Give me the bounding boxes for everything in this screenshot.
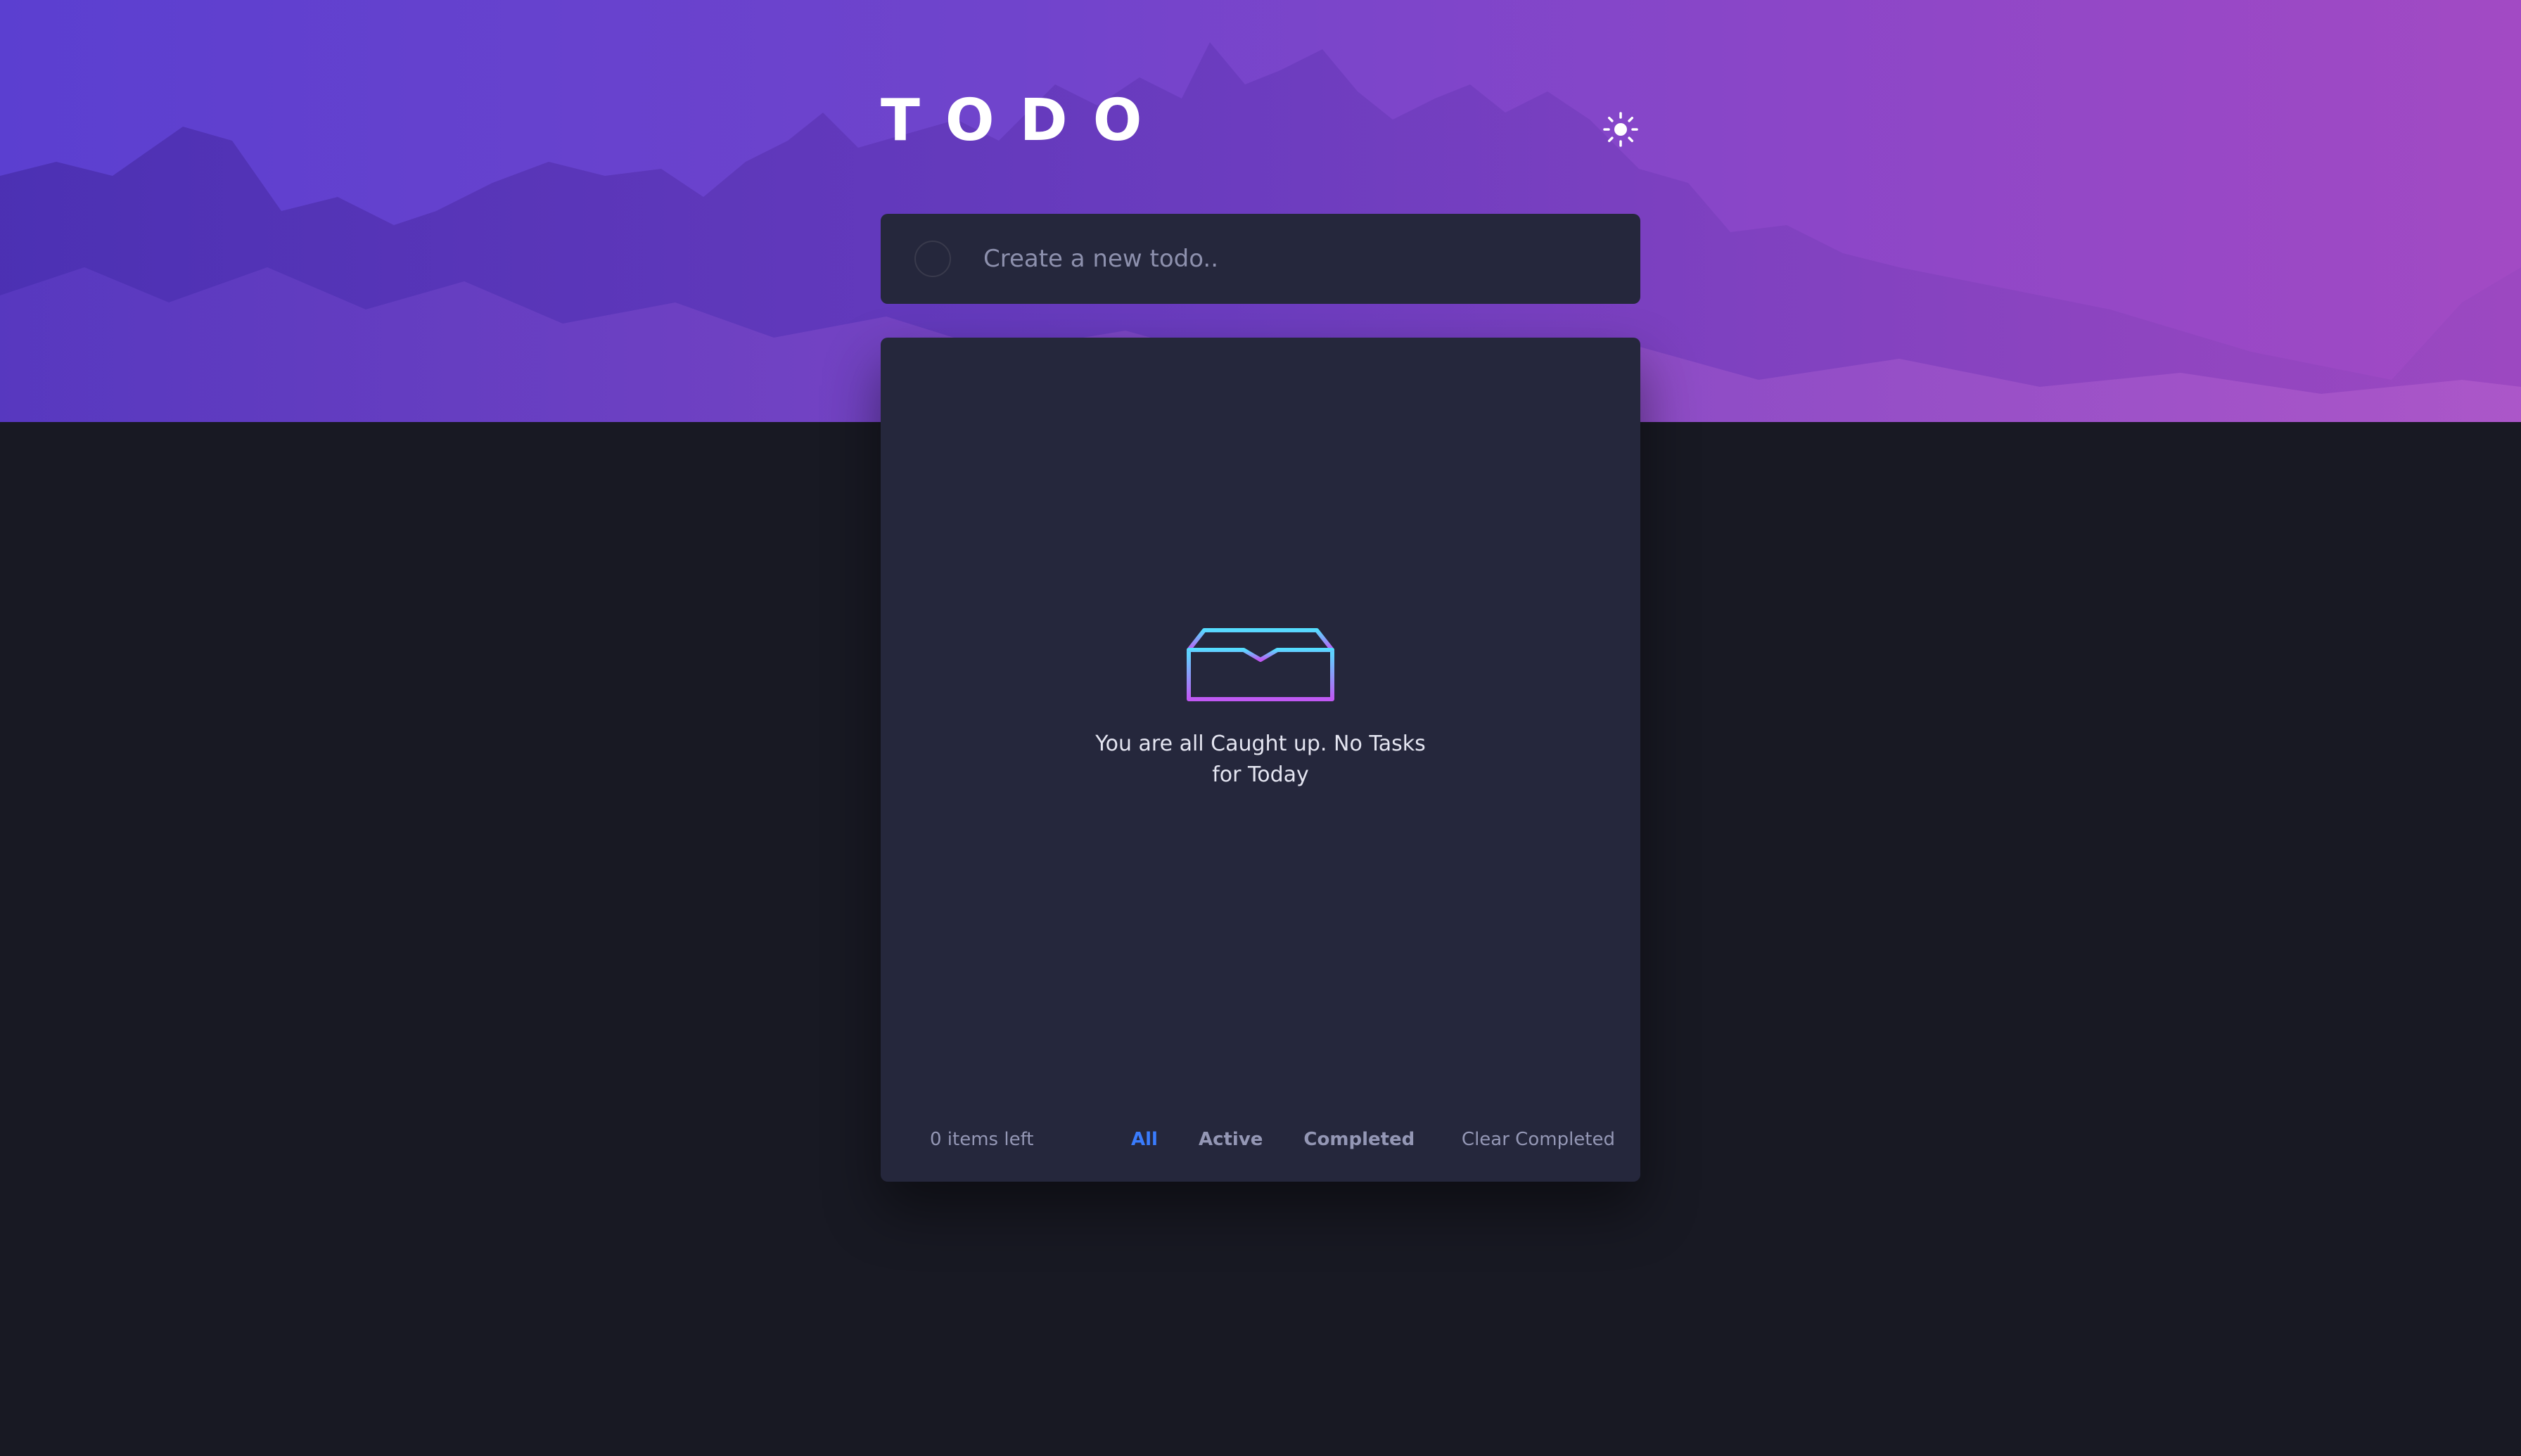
theme-toggle-button[interactable] xyxy=(1598,107,1643,152)
clear-completed-button[interactable]: Clear Completed xyxy=(1462,1097,1615,1182)
new-todo-input[interactable] xyxy=(982,244,1601,274)
list-footer: 0 items left All Active Completed Clear … xyxy=(881,1097,1640,1182)
empty-state: You are all Caught up. No Tasks for Toda… xyxy=(881,626,1640,791)
empty-state-message: You are all Caught up. No Tasks for Toda… xyxy=(1095,732,1426,787)
inbox-icon xyxy=(1187,628,1334,701)
filter-completed[interactable]: Completed xyxy=(1303,1097,1415,1182)
sun-icon xyxy=(1603,112,1638,147)
items-left-count: 0 items left xyxy=(930,1129,1034,1150)
new-todo-checkbox[interactable] xyxy=(914,241,951,277)
new-todo-bar xyxy=(881,214,1640,304)
filter-group: All Active Completed xyxy=(1131,1097,1415,1182)
filter-all[interactable]: All xyxy=(1131,1097,1158,1182)
app-title: TODO xyxy=(881,87,1168,154)
todo-list-card: You are all Caught up. No Tasks for Toda… xyxy=(881,338,1640,1182)
filter-active[interactable]: Active xyxy=(1199,1097,1263,1182)
